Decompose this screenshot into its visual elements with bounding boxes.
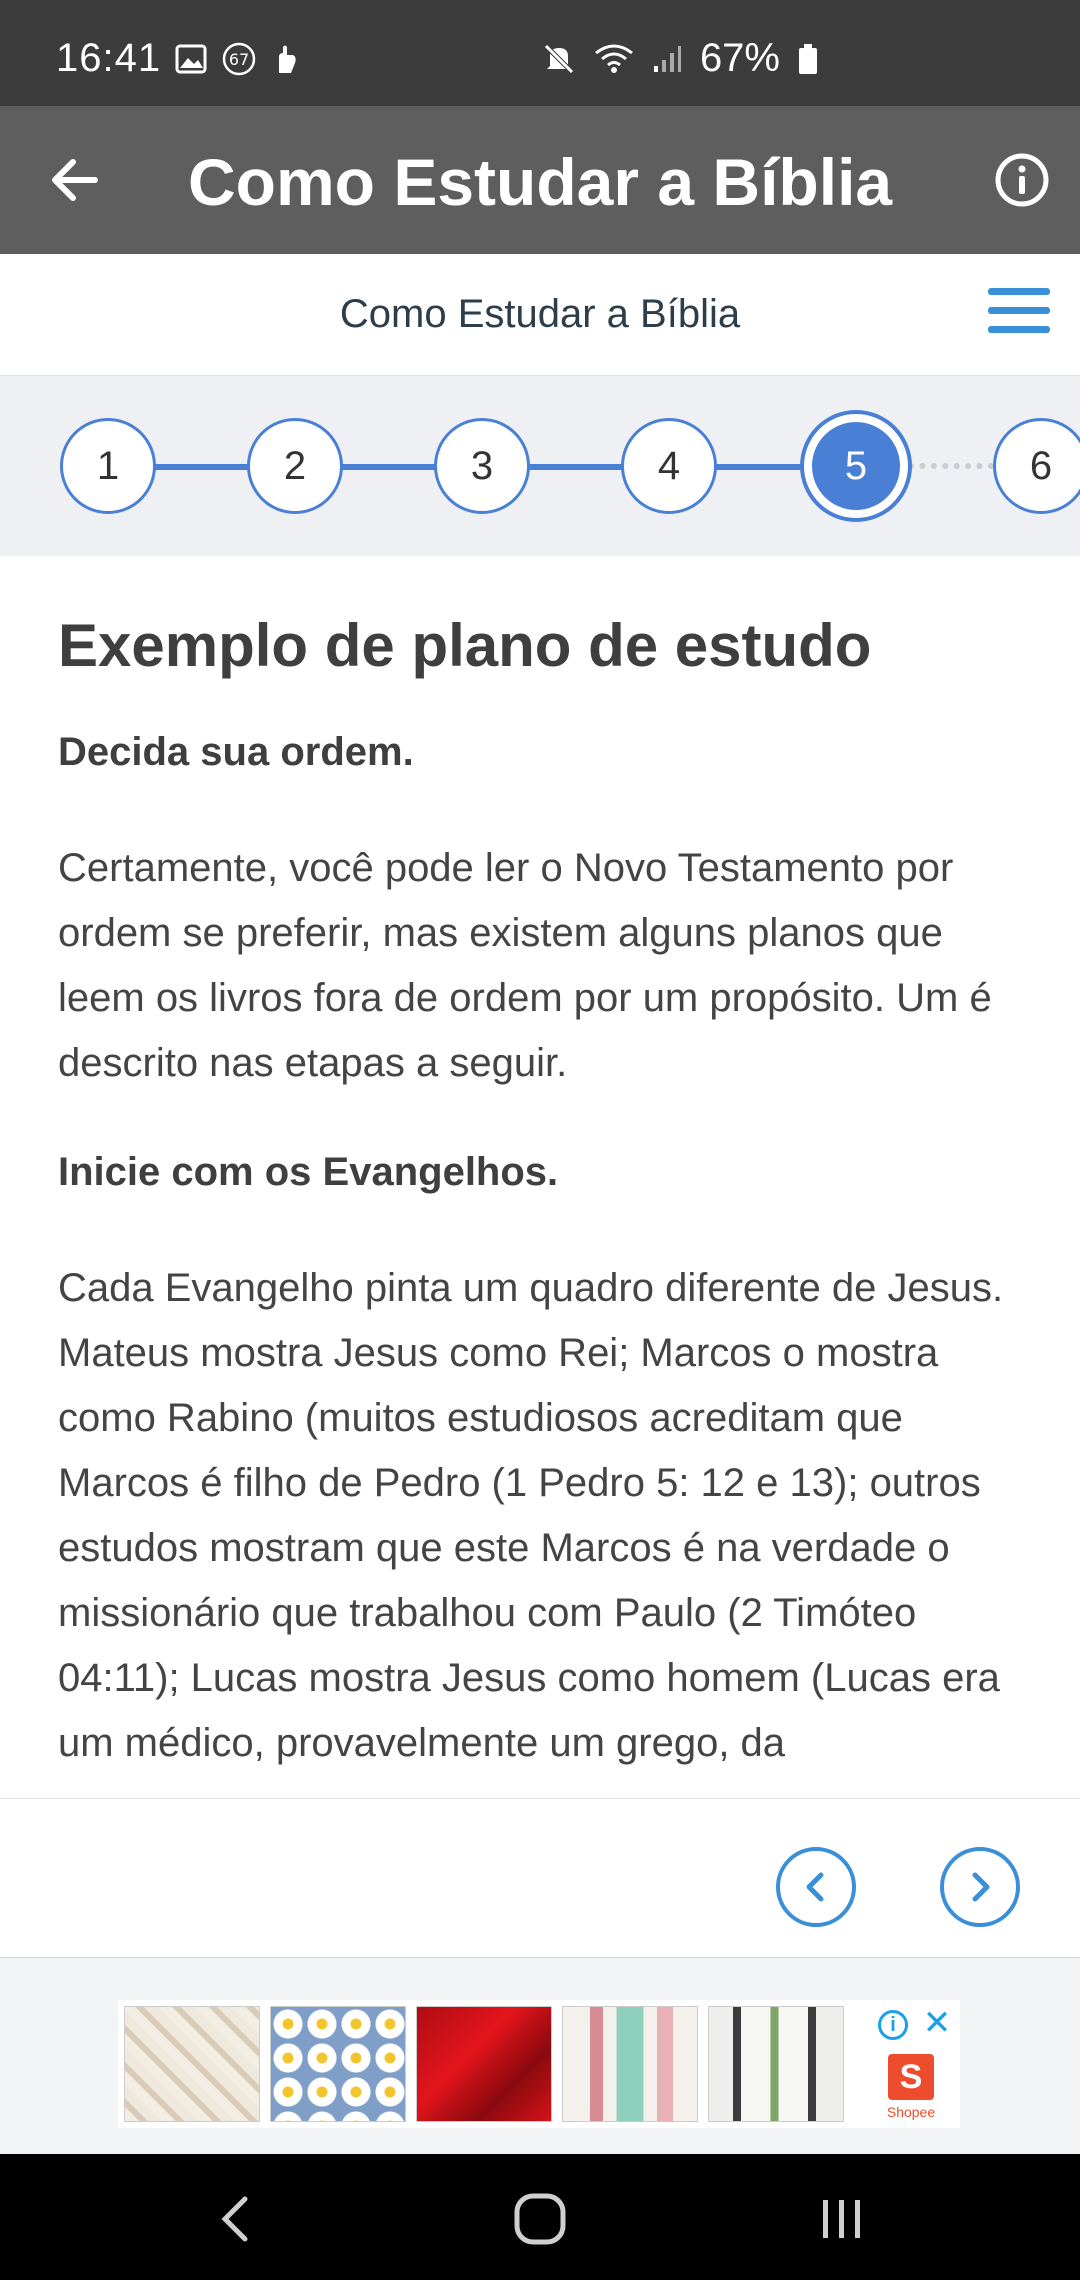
app-title: Como Estudar a Bíblia [188, 145, 893, 219]
back-button[interactable] [44, 150, 104, 210]
sub-header: Como Estudar a Bíblia [0, 254, 1080, 376]
step-5-active[interactable]: 5 [804, 414, 908, 518]
mute-icon [542, 42, 576, 76]
paragraph-1: Certamente, você pode ler o Novo Testame… [58, 846, 992, 1085]
system-home-icon[interactable] [505, 2184, 575, 2254]
shopee-bag-icon: S [888, 2054, 934, 2100]
ad-box[interactable]: S Shopee i ✕ [118, 2000, 960, 2128]
step-3[interactable]: 3 [434, 418, 530, 514]
info-button[interactable] [992, 150, 1052, 210]
ad-image-5[interactable] [708, 2006, 844, 2122]
badge-icon: 67 [221, 41, 257, 77]
hamburger-menu-icon[interactable] [988, 288, 1050, 340]
step-4[interactable]: 4 [621, 418, 717, 514]
ad-close-icon[interactable]: ✕ [920, 2006, 954, 2040]
article-content: Exemplo de plano de estudo Decida sua or… [58, 610, 1018, 1798]
signal-icon [652, 44, 682, 74]
ad-info-icon[interactable]: i [878, 2010, 908, 2040]
badge-count: 67 [229, 50, 249, 69]
subheading-2: Inicie com os Evangelhos. [58, 1150, 559, 1194]
step-2[interactable]: 2 [247, 418, 343, 514]
step-indicator: 1 2 3 4 5 6 [0, 376, 1080, 556]
next-button[interactable] [940, 1847, 1020, 1927]
status-time: 16:41 [56, 36, 162, 80]
image-icon [175, 44, 207, 74]
status-right: 67% [542, 36, 818, 81]
section-title: Como Estudar a Bíblia [339, 292, 741, 336]
battery-text: 67% [699, 36, 780, 80]
info-icon [995, 153, 1049, 207]
ad-image-3[interactable] [416, 2006, 552, 2122]
ad-image-4[interactable] [562, 2006, 698, 2122]
system-back-icon[interactable] [200, 2184, 270, 2254]
hand-icon [271, 43, 299, 75]
ad-banner: S Shopee i ✕ [0, 1958, 1080, 2154]
status-bar: 16:41 67 67% [0, 0, 1080, 106]
battery-icon [798, 43, 818, 75]
ad-image-2[interactable] [270, 2006, 406, 2122]
paragraph-2: Cada Evangelho pinta um quadro diferente… [58, 1266, 1004, 1765]
system-navigation-bar [0, 2154, 1080, 2280]
step-remaining-line [908, 463, 994, 469]
status-left: 16:41 67 [56, 36, 299, 81]
app-bar: Como Estudar a Bíblia [0, 106, 1080, 254]
arrow-left-icon [52, 159, 98, 201]
shopee-brand: Shopee [886, 2104, 936, 2120]
previous-button[interactable] [776, 1847, 856, 1927]
wifi-icon [594, 43, 634, 75]
ad-image-1[interactable] [124, 2006, 260, 2122]
subheading-1: Decida sua ordem. [58, 730, 414, 774]
article-heading: Exemplo de plano de estudo [58, 612, 872, 679]
step-6[interactable]: 6 [993, 418, 1080, 514]
step-1[interactable]: 1 [60, 418, 156, 514]
page-navigation [0, 1798, 1080, 1958]
chevron-left-icon [806, 1872, 824, 1902]
chevron-right-icon [972, 1872, 990, 1902]
system-recents-icon[interactable] [807, 2184, 877, 2254]
